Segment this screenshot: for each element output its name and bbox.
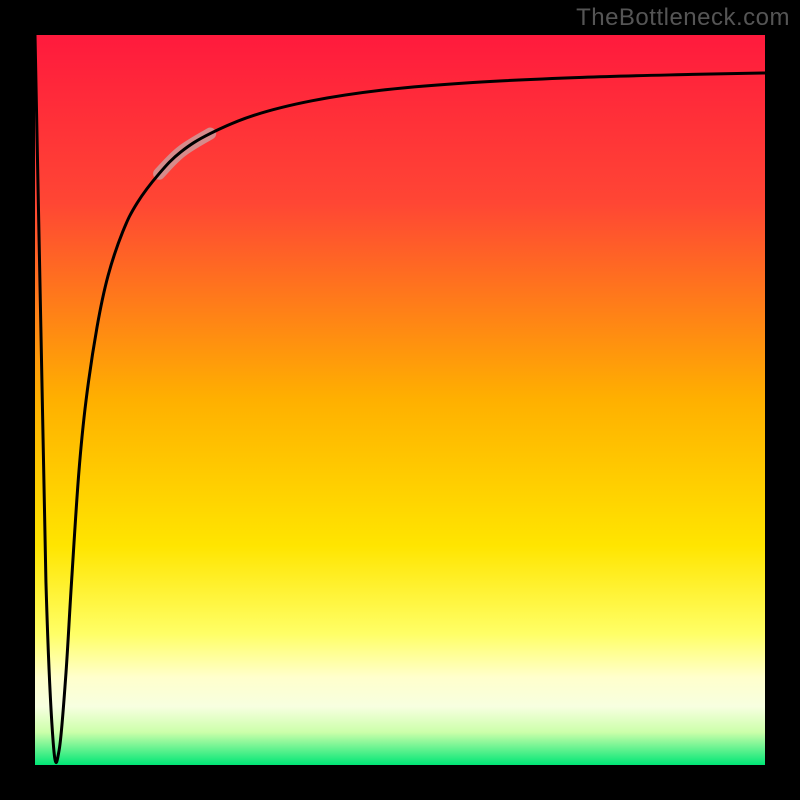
chart-frame: TheBottleneck.com (0, 0, 800, 800)
bottleneck-chart (35, 35, 765, 765)
gradient-background (35, 35, 765, 765)
plot-area (35, 35, 765, 765)
watermark-text: TheBottleneck.com (576, 4, 790, 32)
